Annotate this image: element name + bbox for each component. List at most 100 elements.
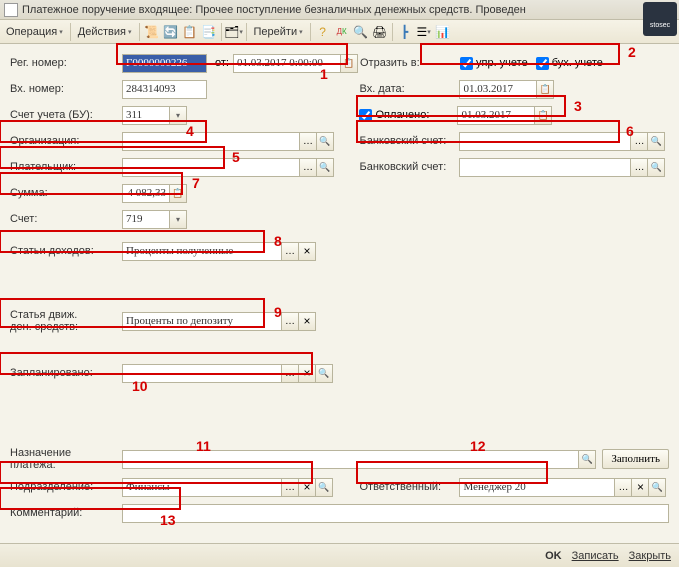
movement-item-field[interactable]: [122, 312, 282, 331]
save-icon[interactable]: 📋: [181, 23, 199, 41]
bottombar: OK Записать Закрыть: [0, 543, 679, 567]
organization-label: Организация:: [10, 135, 122, 147]
print-icon[interactable]: 🖨: [371, 23, 389, 41]
organization-search-icon[interactable]: [317, 132, 334, 151]
ok-button[interactable]: OK: [545, 550, 562, 562]
planned-field[interactable]: [122, 364, 282, 383]
from-label: от:: [215, 57, 229, 69]
department-select-icon[interactable]: [282, 478, 299, 497]
fill-button[interactable]: Заполнить: [602, 449, 669, 469]
paid-checkbox[interactable]: [359, 109, 372, 122]
search-icon[interactable]: 🔍: [352, 23, 370, 41]
payer-search-icon[interactable]: [317, 158, 334, 177]
acct-acct-checkbox[interactable]: [536, 57, 549, 70]
bank-account-search-icon[interactable]: [648, 132, 665, 151]
responsible-search-icon[interactable]: [649, 478, 666, 497]
acct-acct-label: бух. учете: [552, 57, 603, 69]
payment-purpose-search-icon[interactable]: [579, 450, 596, 469]
in-num-field[interactable]: [122, 80, 207, 99]
sum-label: Сумма:: [10, 187, 122, 199]
toolbar: Операция▾ Действия▾ 📜 🔄 📋 📑 🗂▾ Перейти▾ …: [0, 20, 679, 44]
bank-account-field[interactable]: [459, 132, 631, 151]
bank-account2-search-icon[interactable]: [648, 158, 665, 177]
bank-account2-select-icon[interactable]: [631, 158, 648, 177]
go-menu[interactable]: Перейти▾: [250, 24, 307, 40]
bank-account-label: Банковский счет:: [359, 135, 459, 147]
mgmt-acct-checkbox[interactable]: [460, 57, 473, 70]
department-label: Подразделение:: [10, 481, 122, 493]
list-icon[interactable]: ☰▾: [415, 23, 433, 41]
help-icon[interactable]: ?: [314, 23, 332, 41]
planned-select-icon[interactable]: [282, 364, 299, 383]
go-label: Перейти: [254, 26, 298, 38]
department-search-icon[interactable]: [316, 478, 333, 497]
planned-search-icon[interactable]: [316, 364, 333, 383]
reg-num-label: Рег. номер:: [10, 57, 122, 69]
payer-select-icon[interactable]: [300, 158, 317, 177]
operation-menu[interactable]: Операция▾: [2, 24, 67, 40]
operation-label: Операция: [6, 26, 57, 38]
comment-label: Комментарий:: [10, 507, 122, 519]
in-num-label: Вх. номер:: [10, 83, 122, 95]
movement-item-clear-icon[interactable]: [299, 312, 316, 331]
mgmt-acct-label: упр. учете: [476, 57, 528, 69]
paid-date-field[interactable]: [457, 106, 535, 125]
movement-item-label: Статья движ. ден. средств:: [10, 309, 122, 333]
responsible-clear-icon[interactable]: [632, 478, 649, 497]
close-link[interactable]: Закрыть: [629, 550, 671, 562]
payer-field[interactable]: [122, 158, 300, 177]
from-date-field[interactable]: [233, 54, 341, 73]
app-logo: stosec: [643, 2, 677, 36]
bank-account2-label: Банковский счет:: [359, 161, 459, 173]
paid-date-calendar-icon[interactable]: [535, 106, 552, 125]
account-dropdown-icon[interactable]: [170, 210, 187, 229]
department-clear-icon[interactable]: [299, 478, 316, 497]
post-doc-icon[interactable]: 📑: [200, 23, 218, 41]
actions-label: Действия: [78, 26, 126, 38]
payment-purpose-field[interactable]: [122, 450, 579, 469]
in-date-label: Вх. дата:: [359, 83, 459, 95]
planned-clear-icon[interactable]: [299, 364, 316, 383]
form-body: Рег. номер: от: Отразить в: упр. учете б…: [0, 44, 679, 542]
save-link[interactable]: Записать: [572, 550, 619, 562]
account-bu-label: Счет учета (БУ):: [10, 109, 122, 121]
account-field[interactable]: [122, 210, 170, 229]
document-icon: [4, 3, 18, 17]
post-icon[interactable]: 📜: [143, 23, 161, 41]
responsible-label: Ответственный:: [359, 481, 459, 493]
comment-field[interactable]: [122, 504, 669, 523]
dk-icon[interactable]: ДК: [333, 23, 351, 41]
in-date-field[interactable]: [459, 80, 537, 99]
actions-menu[interactable]: Действия▾: [74, 24, 136, 40]
from-date-calendar-icon[interactable]: [341, 54, 358, 73]
movement-item-select-icon[interactable]: [282, 312, 299, 331]
bank-account-select-icon[interactable]: [631, 132, 648, 151]
income-items-select-icon[interactable]: [282, 242, 299, 261]
income-items-label: Статьи доходов:: [10, 245, 122, 257]
account-bu-field[interactable]: [122, 106, 170, 125]
sum-field[interactable]: [122, 184, 170, 203]
planned-label: Запланировано:: [10, 367, 122, 379]
sum-calc-icon[interactable]: [170, 184, 187, 203]
refresh-icon[interactable]: 🔄: [162, 23, 180, 41]
department-field[interactable]: [122, 478, 282, 497]
responsible-select-icon[interactable]: [615, 478, 632, 497]
titlebar: Платежное поручение входящее: Прочее пос…: [0, 0, 679, 20]
account-bu-dropdown-icon[interactable]: [170, 106, 187, 125]
reg-num-field[interactable]: [122, 54, 207, 73]
tree-icon[interactable]: ┣: [396, 23, 414, 41]
account-label: Счет:: [10, 213, 122, 225]
payment-purpose-label: Назначение платежа:: [10, 447, 122, 471]
organization-field[interactable]: [122, 132, 300, 151]
income-items-field[interactable]: [122, 242, 282, 261]
in-date-calendar-icon[interactable]: [537, 80, 554, 99]
paid-label: Оплачено:: [375, 109, 457, 121]
income-items-clear-icon[interactable]: [299, 242, 316, 261]
window-title: Платежное поручение входящее: Прочее пос…: [22, 4, 526, 16]
report-icon[interactable]: 📊: [434, 23, 452, 41]
structure-icon[interactable]: 🗂▾: [225, 23, 243, 41]
organization-select-icon[interactable]: [300, 132, 317, 151]
responsible-field[interactable]: [459, 478, 615, 497]
bank-account2-field[interactable]: [459, 158, 631, 177]
reflect-in-label: Отразить в:: [360, 57, 460, 69]
